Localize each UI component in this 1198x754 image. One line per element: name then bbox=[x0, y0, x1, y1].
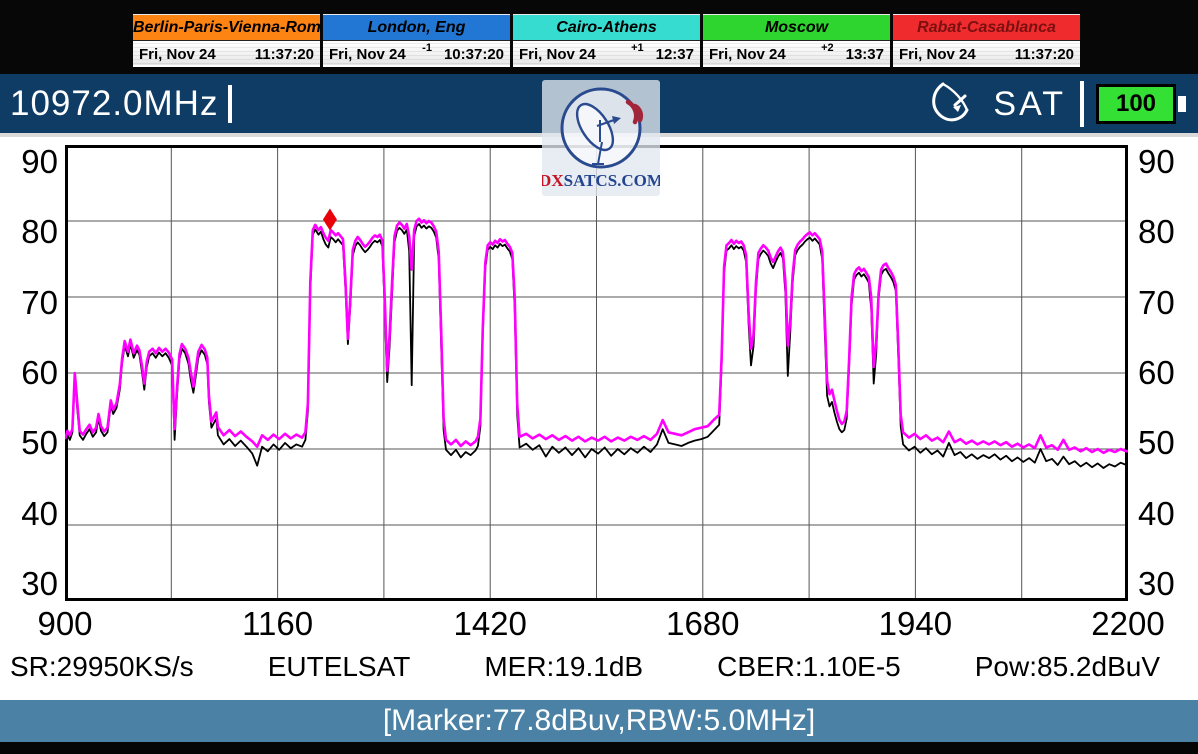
clock-zone-4: Rabat-Casablanca Fri, Nov 24 11:37:20 bbox=[893, 14, 1080, 67]
utc-offset: +1 bbox=[631, 42, 644, 54]
marker-status-text: [Marker:77.8dBuv,RBW:5.0MHz] bbox=[383, 704, 815, 738]
time-text: 13:37 bbox=[846, 46, 884, 63]
y-axis-labels-left: 90 80 70 60 50 40 30 bbox=[2, 145, 58, 601]
time-cell-1: Fri, Nov 24 -1 10:37:20 bbox=[323, 41, 510, 67]
time-text: 11:37:20 bbox=[255, 46, 314, 63]
logo-text: DXSATCS.COM bbox=[542, 171, 660, 190]
clock-zone-2: Cairo-Athens Fri, Nov 24 +1 12:37 bbox=[513, 14, 700, 67]
city-tab-4[interactable]: Rabat-Casablanca bbox=[893, 14, 1080, 41]
mer-value: MER:19.1dB bbox=[484, 642, 643, 692]
satellite-dish-icon bbox=[929, 79, 977, 130]
y-tick-label: 80 bbox=[2, 215, 58, 249]
x-tick-label: 1160 bbox=[242, 605, 313, 643]
x-tick-label: 1940 bbox=[879, 605, 952, 643]
y-tick-label: 50 bbox=[2, 426, 58, 460]
y-tick-label: 60 bbox=[2, 356, 58, 390]
satellite-name: EUTELSAT bbox=[268, 642, 411, 692]
spectrum-plot bbox=[65, 145, 1128, 601]
frequency-value: 10972.0MHz bbox=[10, 84, 218, 124]
satellite-meter-screen: Berlin-Paris-Vienna-Roma Fri, Nov 24 11:37… bbox=[0, 0, 1198, 754]
time-cell-2: Fri, Nov 24 +1 12:37 bbox=[513, 41, 700, 67]
clock-zone-1: London, Eng Fri, Nov 24 -1 10:37:20 bbox=[323, 14, 510, 67]
city-tab-1[interactable]: London, Eng bbox=[323, 14, 510, 41]
date-text: Fri, Nov 24 bbox=[899, 46, 976, 63]
power-value: Pow:85.2dBuV bbox=[975, 642, 1160, 692]
x-axis-labels: 900 1160 1420 1680 1940 2200 bbox=[0, 605, 1198, 641]
x-tick-label: 2200 bbox=[1091, 605, 1164, 643]
date-text: Fri, Nov 24 bbox=[519, 46, 596, 63]
date-text: Fri, Nov 24 bbox=[709, 46, 786, 63]
dxsatcs-logo: DXSATCS.COM bbox=[542, 80, 660, 196]
y-tick-label: 70 bbox=[1138, 286, 1194, 320]
y-tick-label: 90 bbox=[2, 145, 58, 179]
date-text: Fri, Nov 24 bbox=[139, 46, 216, 63]
y-tick-label: 50 bbox=[1138, 426, 1194, 460]
y-tick-label: 80 bbox=[1138, 215, 1194, 249]
y-tick-label: 70 bbox=[2, 286, 58, 320]
header-right-group: SAT 100 bbox=[929, 80, 1186, 128]
world-clock-panel: Berlin-Paris-Vienna-Roma Fri, Nov 24 11:37… bbox=[0, 0, 1198, 74]
utc-offset: -1 bbox=[422, 42, 432, 54]
y-tick-label: 90 bbox=[1138, 145, 1194, 179]
y-tick-label: 40 bbox=[2, 497, 58, 531]
symbol-rate-value: SR:29950KS/s bbox=[10, 642, 194, 692]
battery-level: 100 bbox=[1116, 90, 1156, 118]
time-cell-0: Fri, Nov 24 11:37:20 bbox=[133, 41, 320, 67]
x-tick-label: 900 bbox=[37, 605, 92, 643]
time-cell-4: Fri, Nov 24 11:37:20 bbox=[893, 41, 1080, 67]
marker-status-bar: [Marker:77.8dBuv,RBW:5.0MHz] bbox=[0, 700, 1198, 742]
time-text: 10:37:20 bbox=[444, 46, 504, 63]
time-text: 11:37:20 bbox=[1015, 46, 1074, 63]
time-text: 12:37 bbox=[656, 46, 694, 63]
text-cursor bbox=[228, 85, 232, 123]
world-clock-row: Berlin-Paris-Vienna-Roma Fri, Nov 24 11:37… bbox=[133, 14, 1083, 67]
cber-value: CBER:1.10E-5 bbox=[717, 642, 901, 692]
y-tick-label: 30 bbox=[1138, 567, 1194, 601]
spectrum-area: 90 80 70 60 50 40 30 90 80 70 60 50 40 30 900 1160 142… bbox=[0, 137, 1198, 700]
city-tab-3[interactable]: Moscow bbox=[703, 14, 890, 41]
date-text: Fri, Nov 24 bbox=[329, 46, 406, 63]
x-tick-label: 1420 bbox=[453, 605, 526, 643]
x-tick-label: 1680 bbox=[666, 605, 739, 643]
spectrum-svg bbox=[65, 145, 1128, 601]
utc-offset: +2 bbox=[821, 42, 834, 54]
battery-nub bbox=[1178, 96, 1186, 112]
y-axis-labels-right: 90 80 70 60 50 40 30 bbox=[1138, 145, 1194, 601]
header-divider bbox=[1080, 81, 1084, 127]
clock-zone-3: Moscow Fri, Nov 24 +2 13:37 bbox=[703, 14, 890, 67]
time-cell-3: Fri, Nov 24 +2 13:37 bbox=[703, 41, 890, 67]
frequency-display[interactable]: 10972.0MHz bbox=[10, 84, 232, 124]
sat-mode-label: SAT bbox=[993, 85, 1066, 124]
city-tab-0[interactable]: Berlin-Paris-Vienna-Roma bbox=[133, 14, 320, 41]
marker-diamond bbox=[323, 208, 337, 230]
clock-zone-0: Berlin-Paris-Vienna-Roma Fri, Nov 24 11:37… bbox=[133, 14, 320, 67]
battery-indicator: 100 bbox=[1096, 84, 1176, 124]
y-tick-label: 60 bbox=[1138, 356, 1194, 390]
y-tick-label: 30 bbox=[2, 567, 58, 601]
y-tick-label: 40 bbox=[1138, 497, 1194, 531]
city-tab-2[interactable]: Cairo-Athens bbox=[513, 14, 700, 41]
signal-info-bar: SR:29950KS/s EUTELSAT MER:19.1dB CBER:1.… bbox=[0, 642, 1198, 692]
